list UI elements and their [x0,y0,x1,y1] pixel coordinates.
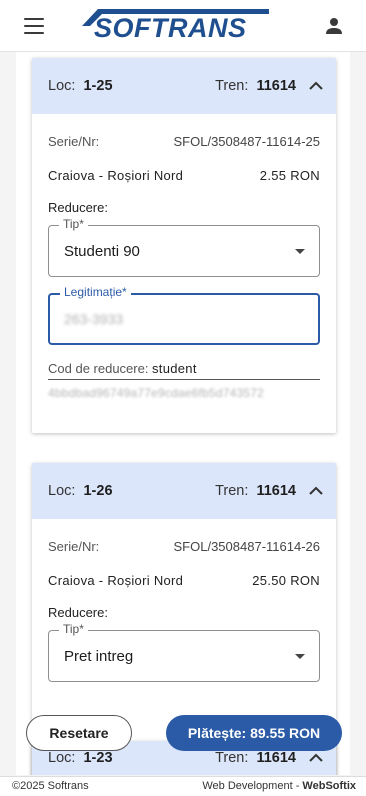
svg-text:SOFTRANS: SOFTRANS [94,13,247,42]
price-text: 2.55 RON [259,168,320,183]
ticket-card-header[interactable]: Loc: 1-25 Tren: 11614 [32,58,336,114]
legitimatie-label: Legitimație* [60,285,131,299]
train-info: Tren: 11614 [215,483,296,499]
seat-info: Loc: 1-26 [48,483,113,499]
tip-label: Tip* [59,622,88,636]
price-text: 25.50 RON [252,573,320,588]
softrans-logo[interactable]: SOFTRANS [76,6,272,42]
chevron-up-icon[interactable] [308,78,324,94]
app-header: SOFTRANS [0,0,366,52]
ticket-card: Loc: 1-25 Tren: 11614 Serie/Nr: SFOL/350… [32,58,336,433]
reset-button[interactable]: Resetare [26,715,132,751]
dropdown-arrow-icon[interactable] [295,249,305,254]
account-icon[interactable] [322,14,346,38]
serie-value: SFOL/3508487-11614-26 [173,539,320,554]
serie-label: Serie/Nr: [48,539,100,554]
serie-label: Serie/Nr: [48,134,100,149]
discount-type-select[interactable]: Tip* Studenti 90 [48,217,320,277]
menu-icon[interactable] [22,16,46,36]
tickets-list[interactable]: Loc: 1-25 Tren: 11614 Serie/Nr: SFOL/350… [16,52,350,775]
discount-hash: 4bbdbad96749a77e9cdae6fb5d743572 [48,386,264,400]
legitimatie-value: 263-3933 [64,311,124,327]
dropdown-arrow-icon[interactable] [295,654,305,659]
serie-value: SFOL/3508487-11614-25 [173,134,320,149]
reducere-label: Reducere: [48,605,108,620]
page-footer: ©2025 Softrans Web Development - WebSoft… [0,776,366,796]
train-info: Tren: 11614 [215,78,296,94]
tip-value: Studenti 90 [64,243,140,260]
copyright-text: ©2025 Softrans [12,780,89,792]
route-row: Craiova - Roșiori Nord 25.50 RON [48,571,320,591]
chevron-up-icon[interactable] [308,483,324,499]
seat-info: Loc: 1-25 [48,78,113,94]
route-text: Craiova - Roșiori Nord [48,573,184,588]
reducere-label: Reducere: [48,200,108,215]
serie-row: Serie/Nr: SFOL/3508487-11614-25 [48,132,320,152]
route-text: Craiova - Roșiori Nord [48,168,184,183]
action-bar: Resetare Plătește: 89.55 RON [0,707,366,759]
serie-row: Serie/Nr: SFOL/3508487-11614-26 [48,537,320,557]
route-row: Craiova - Roșiori Nord 2.55 RON [48,166,320,186]
cod-value: student [152,361,197,376]
legitimatie-input[interactable]: Legitimație* 263-3933 [48,285,320,345]
cod-label: Cod de reducere: [48,361,149,376]
discount-code-field[interactable]: Cod de reducere: student [48,358,320,380]
pay-button[interactable]: Plătește: 89.55 RON [166,715,342,751]
discount-type-select[interactable]: Tip* Pret intreg [48,622,320,682]
tip-label: Tip* [59,217,88,231]
developer-credit[interactable]: Web Development - WebSoftix [202,780,356,792]
tip-value: Pret intreg [64,648,134,665]
ticket-card-header[interactable]: Loc: 1-26 Tren: 11614 [32,463,336,519]
